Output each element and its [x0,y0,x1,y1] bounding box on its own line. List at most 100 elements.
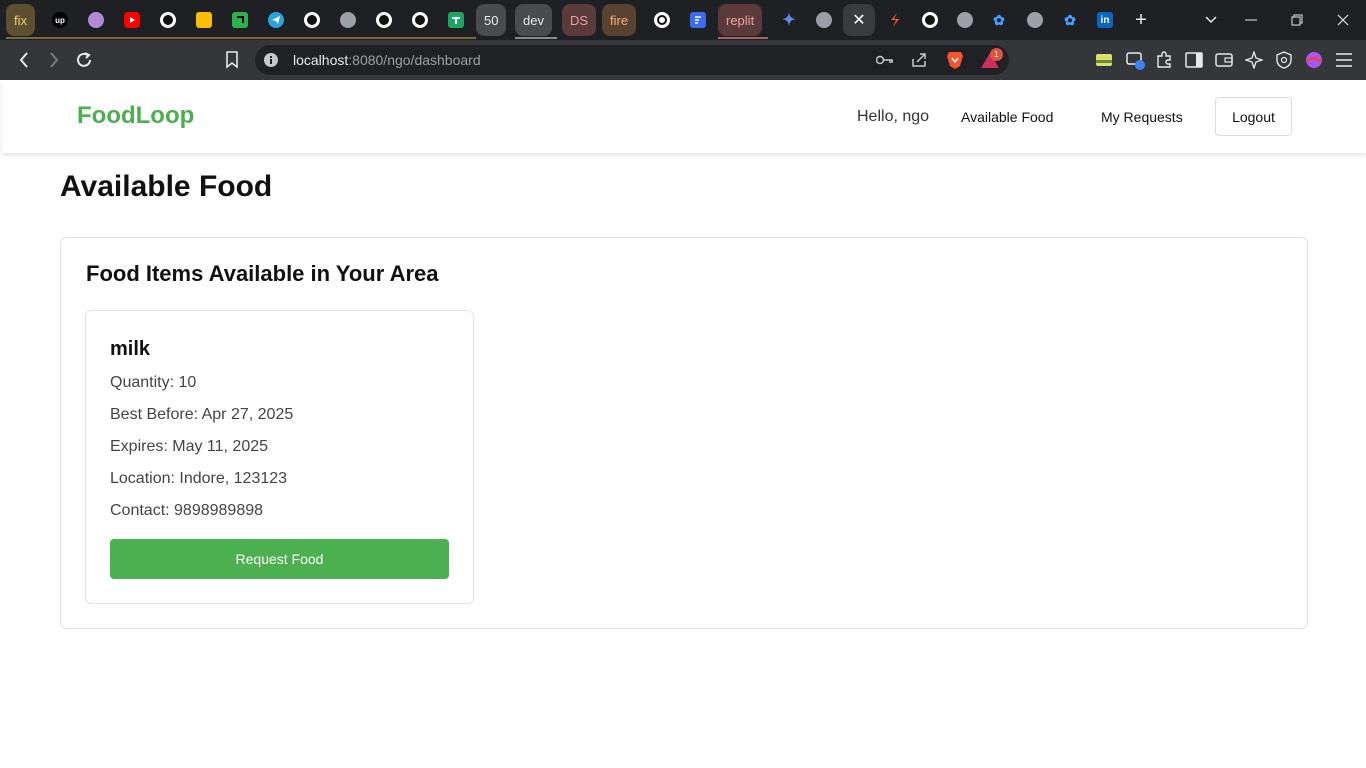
notion-avatar-icon [88,12,104,28]
sidebar-toggle-icon[interactable] [1184,50,1204,70]
tab-group-label: fire [602,4,637,36]
forward-arrow-icon [50,52,59,68]
tab-group-underline [515,37,557,39]
browser-tabstrip: fix up 50 dev DS fire replit ✦ ✕ ✿ ✿ in … [0,0,1366,40]
food-item-contact: Contact: 9898989898 [110,502,264,519]
nav-my-requests[interactable]: My Requests [1101,109,1183,125]
tab-group-label: replit [718,4,763,36]
tab-github-1[interactable] [159,4,177,36]
globe-icon [816,12,832,28]
tab-group-label: DS [562,4,597,36]
tab-github-3[interactable] [375,4,393,36]
tab-globe-4[interactable] [1026,4,1044,36]
github-icon [376,12,392,28]
food-item-quantity: Quantity: 10 [110,374,197,391]
request-food-button[interactable]: Request Food [110,539,449,579]
tab-globe-3[interactable] [956,4,974,36]
restore-button[interactable] [1274,0,1320,40]
github-icon [922,12,938,28]
tab-forms[interactable] [689,4,707,36]
tab-youtube[interactable] [123,4,141,36]
tab-github-4[interactable] [411,4,429,36]
back-button[interactable] [12,48,36,72]
tab-group-fire[interactable]: fire [602,4,637,36]
tab-gemini[interactable]: ✦ [780,4,798,36]
openai-icon [654,12,670,28]
greeting-text: Hello, ngo [857,108,930,125]
profile-avatar-icon[interactable] [1304,50,1324,70]
tab-keep[interactable] [195,4,213,36]
panel-title: Food Items Available in Your Area [86,261,439,286]
extension-1-icon[interactable] [1094,50,1114,70]
back-arrow-icon [19,52,28,68]
github-icon [160,12,176,28]
tab-sheets[interactable] [447,4,465,36]
close-icon: ✕ [852,12,866,29]
tab-globe-2[interactable] [815,4,833,36]
leo-ai-icon[interactable] [1244,50,1264,70]
svelte-icon [887,12,903,28]
tab-github-5[interactable] [921,4,939,36]
food-item-best-before: Best Before: Apr 27, 2025 [110,406,294,423]
food-item-location: Location: Indore, 123123 [110,470,288,487]
linkedin-icon: in [1097,12,1113,28]
tab-group-50[interactable]: 50 [476,4,507,36]
url-path: :8080/ngo/dashboard [348,52,481,68]
brave-shields-icon[interactable] [945,50,965,70]
globe-icon [340,12,356,28]
tab-group-dev[interactable]: dev [515,4,552,36]
extensions-puzzle-icon[interactable] [1154,50,1174,70]
notion-icon [232,12,248,28]
password-key-icon[interactable] [875,50,895,70]
tab-upwork[interactable]: up [51,4,69,36]
wallet-icon[interactable] [1214,50,1234,70]
bookmark-button[interactable] [220,48,244,72]
new-tab-button[interactable]: + [1131,4,1151,36]
tab-bluesky-1[interactable]: ✿ [990,4,1008,36]
tab-notion-avatar[interactable] [87,4,105,36]
tab-github-2[interactable] [303,4,321,36]
url-text[interactable]: localhost:8080/ngo/dashboard [293,52,481,68]
tab-group-label: 50 [476,4,507,36]
active-tab-close-button[interactable]: ✕ [843,4,875,36]
globe-icon [1027,12,1043,28]
share-icon[interactable] [909,50,929,70]
gemini-icon: ✦ [782,12,796,29]
plus-icon: + [1135,8,1147,31]
brand-logo[interactable]: FoodLoop [77,102,194,130]
tab-group-fix[interactable]: fix [6,4,35,36]
tab-group-underline [718,37,768,39]
restore-icon [1291,14,1303,26]
menu-hamburger-icon[interactable] [1334,50,1354,70]
tab-linkedin[interactable]: in [1096,4,1114,36]
site-info-icon[interactable] [261,50,281,70]
close-icon [1337,14,1349,26]
tab-bluesky-2[interactable]: ✿ [1061,4,1079,36]
close-window-button[interactable] [1320,0,1366,40]
bookmark-icon [226,51,238,69]
upwork-icon: up [52,12,68,28]
telegram-icon [268,12,284,28]
tab-group-replit[interactable]: replit [718,4,763,36]
extension-2-icon[interactable] [1126,50,1146,70]
nav-available-food[interactable]: Available Food [961,109,1053,125]
minimize-button[interactable] [1228,0,1274,40]
tab-notion[interactable] [231,4,249,36]
food-item-expires: Expires: May 11, 2025 [110,438,269,455]
tab-svelte[interactable] [886,4,904,36]
tab-group-label: fix [6,4,35,36]
logout-button[interactable]: Logout [1215,97,1292,136]
sheets-icon [448,12,464,28]
tab-telegram[interactable] [267,4,285,36]
tab-globe-1[interactable] [339,4,357,36]
reload-button[interactable] [72,48,96,72]
page-title: Available Food [60,170,273,203]
github-icon [412,12,428,28]
tab-group-ds[interactable]: DS [562,4,597,36]
tab-group-underline [6,37,476,39]
vpn-shield-icon[interactable] [1274,50,1294,70]
tab-group-label: dev [515,4,552,36]
forward-button[interactable] [42,48,66,72]
tab-openai[interactable] [653,4,671,36]
bluesky-icon: ✿ [1064,11,1076,28]
